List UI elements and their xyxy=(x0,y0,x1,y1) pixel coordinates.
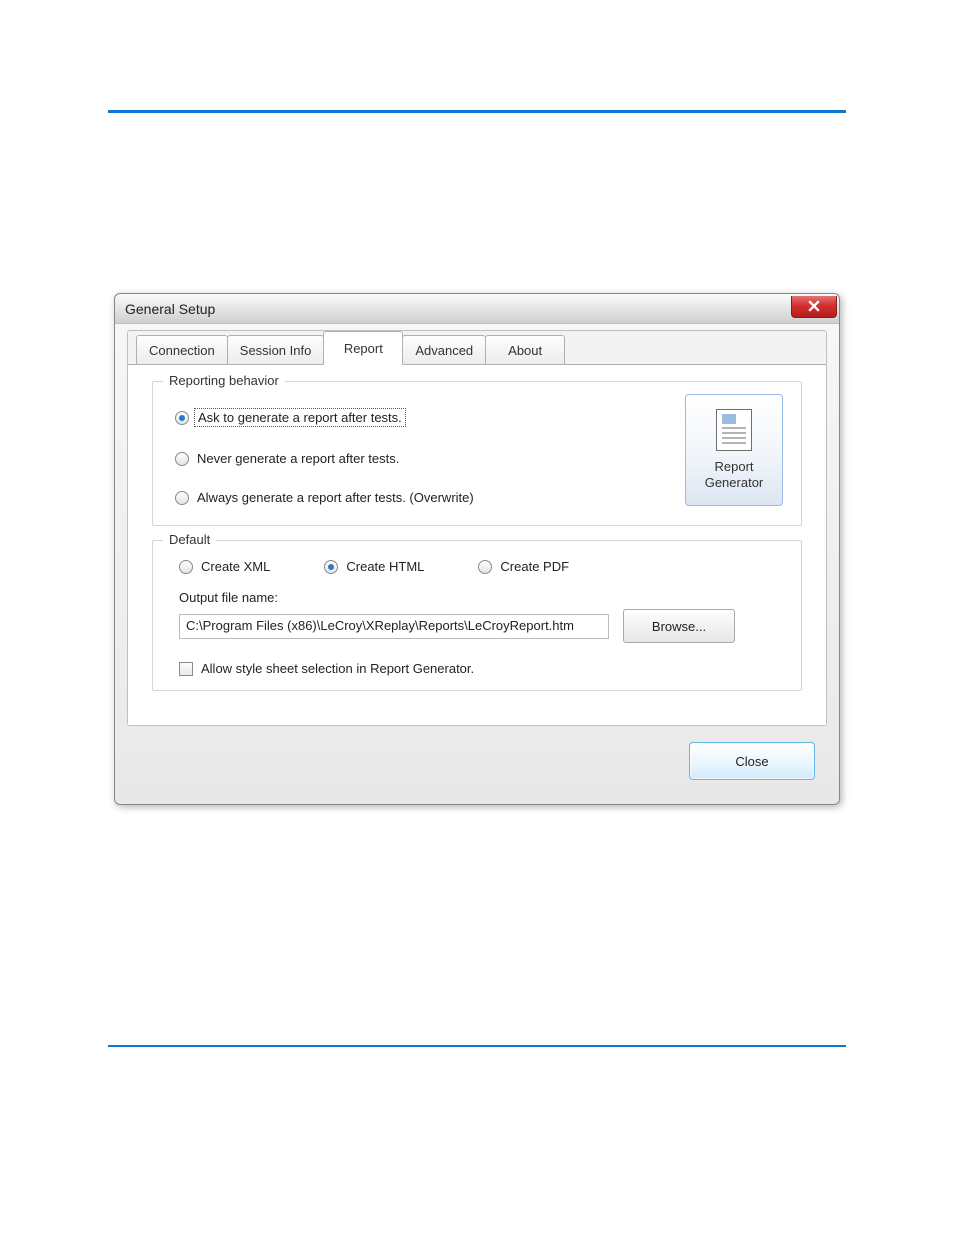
dialog-footer: Close xyxy=(127,726,827,792)
dialog-body: Connection Session Info Report Advanced … xyxy=(115,330,839,804)
format-option-xml[interactable]: Create XML xyxy=(179,559,270,574)
titlebar: General Setup xyxy=(115,294,839,324)
behavior-option-ask[interactable]: Ask to generate a report after tests. xyxy=(175,408,645,427)
tab-connection[interactable]: Connection xyxy=(136,335,228,365)
window-title: General Setup xyxy=(125,301,215,317)
tab-label: Session Info xyxy=(240,343,312,358)
format-option-pdf[interactable]: Create PDF xyxy=(478,559,569,574)
tab-strip: Connection Session Info Report Advanced … xyxy=(128,331,826,365)
radio-label: Create PDF xyxy=(500,559,569,574)
radio-label: Create XML xyxy=(201,559,270,574)
tab-label: Advanced xyxy=(415,343,473,358)
radio-label: Always generate a report after tests. (O… xyxy=(197,490,474,505)
page-top-rule xyxy=(108,110,846,113)
tab-label: Connection xyxy=(149,343,215,358)
close-button[interactable]: Close xyxy=(689,742,815,780)
tab-content-report: Reporting behavior Ask to generate a rep… xyxy=(128,364,826,725)
format-option-html[interactable]: Create HTML xyxy=(324,559,424,574)
radio-icon xyxy=(324,560,338,574)
tab-panel: Connection Session Info Report Advanced … xyxy=(127,330,827,726)
stylesheet-checkbox-row[interactable]: Allow style sheet selection in Report Ge… xyxy=(179,661,783,676)
close-icon xyxy=(808,300,820,312)
tab-session-info[interactable]: Session Info xyxy=(227,335,325,365)
page-bottom-rule xyxy=(108,1045,846,1047)
radio-icon xyxy=(478,560,492,574)
tab-label: About xyxy=(508,343,542,358)
button-label-line2: Generator xyxy=(705,475,764,491)
window-close-button[interactable] xyxy=(791,296,837,318)
fieldset-legend: Reporting behavior xyxy=(163,373,285,388)
general-setup-dialog: General Setup Connection Session Info xyxy=(114,293,840,805)
document-icon xyxy=(716,409,752,451)
radio-label: Create HTML xyxy=(346,559,424,574)
radio-label: Ask to generate a report after tests. xyxy=(194,408,406,427)
button-label: Close xyxy=(735,754,768,769)
radio-label: Never generate a report after tests. xyxy=(197,451,399,466)
output-file-input[interactable]: C:\Program Files (x86)\LeCroy\XReplay\Re… xyxy=(179,614,609,639)
button-label: Browse... xyxy=(652,619,706,634)
tab-report[interactable]: Report xyxy=(323,331,403,365)
checkbox-label: Allow style sheet selection in Report Ge… xyxy=(201,661,474,676)
fieldset-legend: Default xyxy=(163,532,216,547)
radio-icon xyxy=(175,411,189,425)
default-fieldset: Default Create XML Create HTML xyxy=(152,540,802,691)
behavior-option-always[interactable]: Always generate a report after tests. (O… xyxy=(175,490,645,505)
browse-button[interactable]: Browse... xyxy=(623,609,735,643)
radio-icon xyxy=(175,491,189,505)
tab-label: Report xyxy=(344,341,383,356)
button-label-line1: Report xyxy=(714,459,753,475)
radio-icon xyxy=(179,560,193,574)
report-generator-button[interactable]: Report Generator xyxy=(685,394,783,506)
reporting-behavior-fieldset: Reporting behavior Ask to generate a rep… xyxy=(152,381,802,526)
tab-advanced[interactable]: Advanced xyxy=(402,335,486,365)
radio-icon xyxy=(175,452,189,466)
tab-about[interactable]: About xyxy=(485,335,565,365)
output-file-label: Output file name: xyxy=(179,590,783,605)
behavior-option-never[interactable]: Never generate a report after tests. xyxy=(175,451,645,466)
checkbox-icon xyxy=(179,662,193,676)
